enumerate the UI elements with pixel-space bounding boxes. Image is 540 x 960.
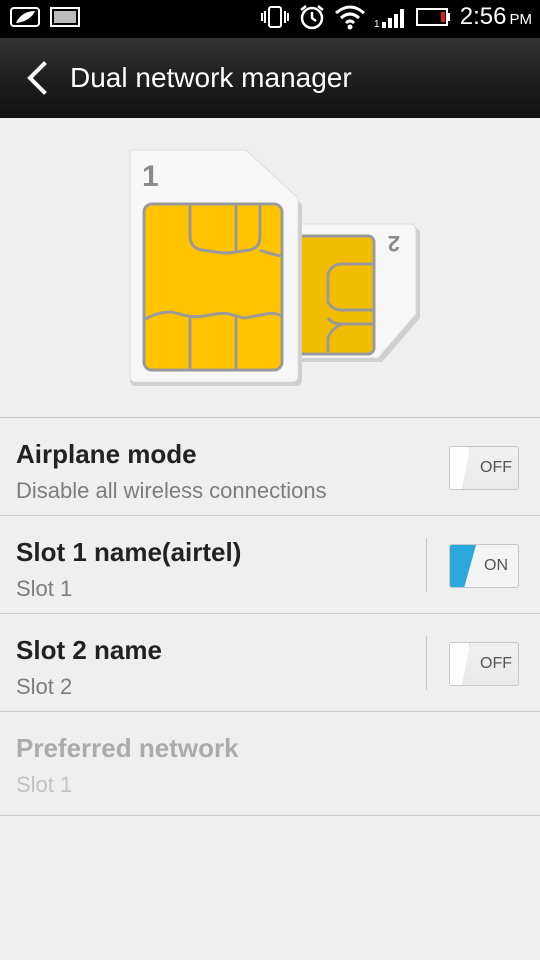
slot-2-subtitle: Slot 2 [16, 674, 73, 699]
svg-text:1: 1 [374, 19, 380, 29]
page-title: Dual network manager [70, 62, 352, 93]
wifi-icon [334, 5, 365, 30]
airplane-mode-toggle[interactable]: OFF [449, 446, 519, 490]
toggle-knob [450, 643, 470, 685]
preferred-network-subtitle: Slot 1 [16, 772, 73, 797]
preferred-network-row: Preferred network Slot 1 [0, 711, 540, 815]
toggle-label: OFF [480, 459, 512, 476]
vibrate-icon [260, 6, 289, 28]
dual-sim-illustration: 2 1 [120, 140, 430, 395]
system-icons: 1 2:56 PM [260, 3, 532, 31]
clock-ampm: PM [509, 11, 533, 28]
airplane-mode-title: Airplane mode [16, 439, 197, 469]
list-bottom-divider [0, 815, 540, 816]
toggle-label: OFF [480, 655, 512, 672]
slot-1-subtitle: Slot 1 [16, 576, 73, 601]
signal-icon: 1 [374, 9, 404, 29]
slot-2-title: Slot 2 name [16, 635, 162, 665]
back-arrow-icon [27, 61, 47, 95]
notification-icons [10, 6, 80, 28]
airplane-mode-subtitle: Disable all wireless connections [16, 478, 327, 503]
leaf-icon [10, 7, 40, 27]
status-bar: 1 2:56 PM [0, 0, 540, 38]
toggle-knob [450, 545, 476, 587]
slot-1-toggle[interactable]: ON [449, 544, 519, 588]
slot-1-title: Slot 1 name(airtel) [16, 537, 242, 567]
sim-card-1: 1 [129, 149, 302, 386]
toggle-label: ON [484, 557, 508, 574]
airplane-mode-row[interactable]: Airplane mode Disable all wireless conne… [0, 417, 540, 515]
back-button[interactable] [22, 60, 52, 96]
slot-1-row[interactable]: Slot 1 name(airtel) Slot 1 ON [0, 515, 540, 613]
preferred-network-title: Preferred network [16, 733, 239, 763]
clock: 2:56 PM [460, 3, 532, 31]
image-icon [50, 7, 80, 27]
slot-2-row[interactable]: Slot 2 name Slot 2 OFF [0, 613, 540, 711]
battery-icon [415, 8, 450, 26]
clock-time: 2:56 [459, 3, 507, 30]
vertical-divider [426, 538, 427, 592]
slot-2-toggle[interactable]: OFF [449, 642, 519, 686]
alarm-icon [300, 5, 324, 30]
title-bar: Dual network manager [0, 38, 540, 118]
vertical-divider [426, 636, 427, 690]
sim2-number: 2 [388, 231, 400, 256]
toggle-knob [450, 447, 470, 489]
sim1-number: 1 [142, 160, 159, 193]
